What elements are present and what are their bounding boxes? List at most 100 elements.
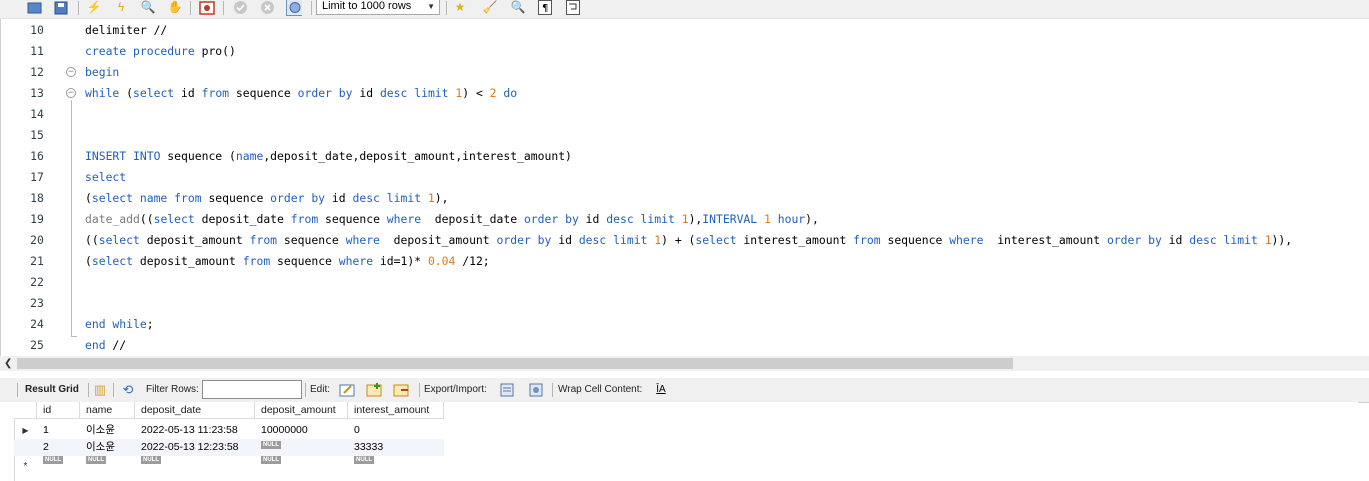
wrap-icon[interactable] bbox=[565, 0, 581, 15]
code-line[interactable]: 21 (select deposit_amount from sequence w… bbox=[0, 251, 1369, 272]
line-number: 15 bbox=[30, 128, 44, 142]
code-line[interactable]: 20 ((select deposit_amount from sequence … bbox=[0, 230, 1369, 251]
code-line[interactable]: 14 bbox=[0, 104, 1369, 125]
grid-cell[interactable]: 이소윤 bbox=[80, 422, 135, 439]
code-line[interactable]: 11 create procedure pro() bbox=[0, 41, 1369, 62]
sql-token: pro() bbox=[194, 44, 236, 58]
refresh-icon[interactable]: ⟲ bbox=[120, 382, 136, 398]
grid-cell[interactable]: NULL bbox=[255, 439, 348, 456]
sql-keyword: end bbox=[85, 338, 106, 352]
code-line[interactable]: 12 − begin bbox=[0, 62, 1369, 83]
code-line[interactable]: 16 INSERT INTO sequence (name,deposit_dat… bbox=[0, 146, 1369, 167]
editor-horizontal-scrollbar[interactable]: ❮ bbox=[0, 356, 1369, 371]
null-badge: NULL bbox=[141, 456, 161, 464]
code-line[interactable]: 22 bbox=[0, 272, 1369, 293]
execute-current-icon[interactable]: ϟ bbox=[113, 0, 129, 15]
table-row[interactable]: 2 이소윤 2022-05-13 12:23:58 NULL 33333 bbox=[14, 439, 444, 456]
code-line[interactable]: 18 (select name from sequence order by id… bbox=[0, 188, 1369, 209]
grid-cell[interactable]: 33333 bbox=[348, 439, 444, 456]
column-header-interest-amount[interactable]: interest_amount bbox=[348, 402, 444, 419]
grid-view-icon[interactable]: ▥ bbox=[92, 382, 108, 398]
grid-cell[interactable]: 2022-05-13 11:23:58 bbox=[135, 422, 255, 439]
sql-token: ) < bbox=[462, 86, 490, 100]
sql-editor-toolbar: ⚡ ϟ 🔍 ✋ Limit to 1000 rows ▼ ★ 🧹 🔍 ¶ bbox=[0, 0, 1369, 19]
current-row-icon[interactable]: ▶ bbox=[14, 422, 37, 439]
sql-token: ,deposit_date,deposit_amount,interest_am… bbox=[263, 149, 572, 163]
sql-token: interest_amount bbox=[736, 233, 854, 247]
code-line[interactable]: 17 select bbox=[0, 167, 1369, 188]
sql-token: sequence bbox=[277, 233, 346, 247]
grid-cell[interactable]: NULL bbox=[37, 456, 80, 473]
toolbar-separator bbox=[552, 383, 553, 397]
fold-collapse-icon[interactable]: − bbox=[66, 67, 76, 77]
result-grid-tab[interactable]: Result Grid bbox=[25, 378, 79, 402]
cell-value: 이소윤 bbox=[86, 424, 115, 436]
grid-cell[interactable]: 1 bbox=[37, 422, 80, 439]
table-row[interactable]: ▶ 1 이소윤 2022-05-13 11:23:58 10000000 0 bbox=[14, 422, 444, 439]
import-icon[interactable] bbox=[527, 382, 543, 398]
line-number: 21 bbox=[30, 254, 44, 268]
stop-icon[interactable]: ✋ bbox=[167, 0, 183, 15]
limit-rows-select[interactable]: Limit to 1000 rows ▼ bbox=[316, 0, 440, 15]
sql-keyword: desc limit bbox=[352, 191, 422, 205]
column-header-deposit-amount[interactable]: deposit_amount bbox=[255, 402, 348, 419]
code-line[interactable]: 25 end // bbox=[0, 335, 1369, 356]
fold-collapse-icon[interactable]: − bbox=[66, 88, 76, 98]
rollback-icon[interactable] bbox=[259, 0, 275, 15]
code-line[interactable]: 24 end while; bbox=[0, 314, 1369, 335]
invisible-chars-icon[interactable]: ¶ bbox=[537, 0, 553, 15]
line-number: 25 bbox=[30, 338, 44, 352]
line-number: 22 bbox=[30, 275, 44, 289]
open-file-icon[interactable] bbox=[26, 0, 42, 15]
toggle-continue-icon[interactable] bbox=[199, 0, 215, 15]
column-header-name[interactable]: name bbox=[80, 402, 135, 419]
filter-rows-input[interactable] bbox=[202, 380, 302, 399]
sql-keyword: begin bbox=[85, 65, 120, 79]
grid-cell[interactable]: 2022-05-13 12:23:58 bbox=[135, 439, 255, 456]
execute-icon[interactable]: ⚡ bbox=[86, 0, 102, 15]
column-header-id[interactable]: id bbox=[37, 402, 80, 419]
grid-cell[interactable]: 10000000 bbox=[255, 422, 348, 439]
commit-icon[interactable] bbox=[232, 0, 248, 15]
delete-row-icon[interactable] bbox=[393, 382, 409, 398]
sql-keyword: end while bbox=[85, 317, 147, 331]
null-badge: NULL bbox=[261, 456, 281, 464]
column-header-deposit-date[interactable]: deposit_date bbox=[135, 402, 255, 419]
code-line[interactable]: 13 − while (select id from sequence order … bbox=[0, 83, 1369, 104]
add-row-icon[interactable] bbox=[366, 382, 382, 398]
scroll-left-icon[interactable]: ❮ bbox=[4, 356, 12, 371]
sql-keyword: desc limit bbox=[578, 233, 648, 247]
explain-icon[interactable]: 🔍 bbox=[140, 0, 156, 15]
edit-row-icon[interactable] bbox=[339, 382, 355, 398]
code-line[interactable]: 19 date_add((select deposit_date from seq… bbox=[0, 209, 1369, 230]
sql-keyword: name bbox=[235, 149, 264, 163]
table-row[interactable]: * NULL NULL NULL NULL NULL bbox=[14, 456, 444, 473]
code-line[interactable]: 23 bbox=[0, 293, 1369, 314]
beautify-icon[interactable]: 🧹 bbox=[482, 0, 498, 15]
grid-cell[interactable]: 0 bbox=[348, 422, 444, 439]
grid-cell[interactable]: 이소윤 bbox=[80, 439, 135, 456]
wrap-cell-icon[interactable]: ĪA bbox=[653, 382, 669, 398]
new-row-icon[interactable]: * bbox=[14, 456, 37, 473]
grid-cell[interactable]: 2 bbox=[37, 439, 80, 456]
grid-cell[interactable]: NULL bbox=[348, 456, 444, 473]
find-icon[interactable]: 🔍 bbox=[510, 0, 526, 15]
save-icon[interactable] bbox=[53, 0, 69, 15]
autocommit-icon[interactable] bbox=[286, 0, 302, 16]
code-text: delimiter // bbox=[85, 20, 167, 41]
row-header[interactable] bbox=[14, 439, 37, 456]
code-text: (select name from sequence order by id d… bbox=[85, 188, 449, 209]
sql-keyword: select bbox=[91, 254, 134, 268]
sql-keyword: do bbox=[503, 86, 518, 100]
sql-keyword: INTERVAL bbox=[702, 212, 758, 226]
grid-cell[interactable]: NULL bbox=[255, 456, 348, 473]
cell-value: 2022-05-13 11:23:58 bbox=[141, 424, 238, 436]
code-line[interactable]: 15 bbox=[0, 125, 1369, 146]
grid-cell[interactable]: NULL bbox=[80, 456, 135, 473]
scrollbar-thumb[interactable] bbox=[17, 358, 1013, 369]
add-snippet-icon[interactable]: ★ bbox=[452, 0, 468, 15]
export-icon[interactable] bbox=[500, 382, 516, 398]
grid-cell[interactable]: NULL bbox=[135, 456, 255, 473]
code-line[interactable]: 10 delimiter // bbox=[0, 20, 1369, 41]
sql-keyword: from bbox=[853, 233, 881, 247]
